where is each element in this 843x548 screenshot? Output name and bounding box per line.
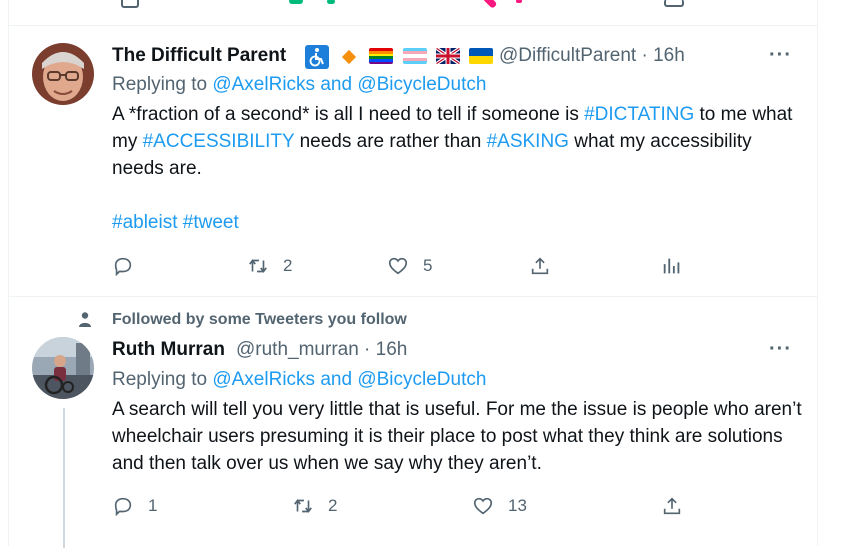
share-icon	[663, 497, 681, 515]
like-icon[interactable]	[482, 0, 498, 9]
retweet-icon	[249, 259, 267, 273]
retweet-icon[interactable]	[289, 0, 303, 4]
heart-icon	[388, 257, 408, 275]
mention-link[interactable]: @BicycleDutch	[357, 74, 486, 95]
social-context[interactable]: Followed by some Tweeters you follow	[112, 311, 407, 329]
timeline-column: The Difficult Parent @DifficultParent · …	[8, 0, 818, 548]
analytics-button[interactable]	[661, 255, 683, 277]
person-icon	[77, 311, 93, 327]
share-button[interactable]	[529, 255, 551, 277]
share-icon[interactable]	[664, 0, 684, 7]
hashtag-link[interactable]: #tweet	[183, 212, 239, 233]
share-icon	[531, 257, 549, 275]
reply-icon	[114, 257, 132, 277]
heart-icon	[473, 497, 493, 515]
mention-link[interactable]: @AxelRicks	[212, 369, 315, 390]
avatar[interactable]	[32, 337, 94, 399]
handle-timestamp[interactable]: @ruth_murran · 16h	[236, 339, 407, 361]
retweet-button[interactable]: 2	[292, 495, 337, 517]
hashtag-link[interactable]: #ableist	[112, 212, 178, 233]
reply-button[interactable]	[112, 255, 134, 277]
replying-to-and: and	[315, 369, 358, 390]
more-options-button[interactable]: ···	[769, 44, 792, 67]
tweet[interactable]: Followed by some Tweeters you follow Rut…	[9, 297, 817, 548]
text-segment: needs are rather than	[294, 131, 487, 152]
reply-icon	[114, 497, 132, 517]
mention-link[interactable]: @AxelRicks	[212, 74, 315, 95]
replying-to-label: Replying to	[112, 74, 213, 95]
display-name[interactable]: Ruth Murran	[112, 339, 225, 361]
previous-tweet-actions	[9, 0, 817, 26]
like-button[interactable]: 5	[387, 255, 432, 277]
analytics-icon	[663, 258, 680, 274]
trans-flag-icon	[403, 48, 427, 64]
display-name[interactable]: The Difficult Parent	[112, 45, 286, 67]
ukraine-flag-icon	[469, 48, 493, 64]
more-options-button[interactable]: ···	[769, 338, 792, 361]
tweet-text: A search will tell you very little that …	[112, 399, 802, 474]
hashtag-link[interactable]: #ACCESSIBILITY	[143, 131, 295, 152]
avatar[interactable]	[32, 43, 94, 105]
tweet[interactable]: The Difficult Parent @DifficultParent · …	[9, 26, 817, 296]
rainbow-flag-icon	[369, 48, 393, 64]
like-button[interactable]: 13	[472, 495, 527, 517]
hashtag-link[interactable]: #DICTATING	[584, 104, 694, 125]
hashtag-link[interactable]: #ASKING	[487, 131, 569, 152]
replying-to: Replying to @AxelRicks and @BicycleDutch	[112, 74, 486, 96]
retweet-count: 2	[328, 496, 338, 515]
replying-to: Replying to @AxelRicks and @BicycleDutch	[112, 369, 486, 391]
text-segment: A *fraction of a second* is all I need t…	[112, 104, 585, 125]
like-count: 5	[423, 256, 433, 275]
uk-flag-icon	[436, 48, 460, 64]
retweet-icon	[294, 499, 312, 513]
handle-timestamp[interactable]: @DifficultParent · 16h	[499, 45, 685, 67]
retweet-count: 2	[283, 256, 293, 275]
reply-count: 1	[148, 496, 158, 515]
wheelchair-icon	[305, 45, 329, 69]
tweet-text: A *fraction of a second* is all I need t…	[112, 101, 802, 236]
orange-diamond-icon	[341, 49, 357, 65]
share-button[interactable]	[661, 495, 683, 517]
reply-icon[interactable]	[121, 0, 139, 8]
mention-link[interactable]: @BicycleDutch	[357, 369, 486, 390]
retweet-count	[327, 0, 335, 4]
retweet-button[interactable]: 2	[247, 255, 292, 277]
thread-line	[63, 408, 65, 548]
replying-to-and: and	[315, 74, 358, 95]
like-count: 13	[508, 496, 527, 515]
like-count	[516, 0, 522, 3]
reply-button[interactable]: 1	[112, 495, 157, 517]
replying-to-label: Replying to	[112, 369, 213, 390]
